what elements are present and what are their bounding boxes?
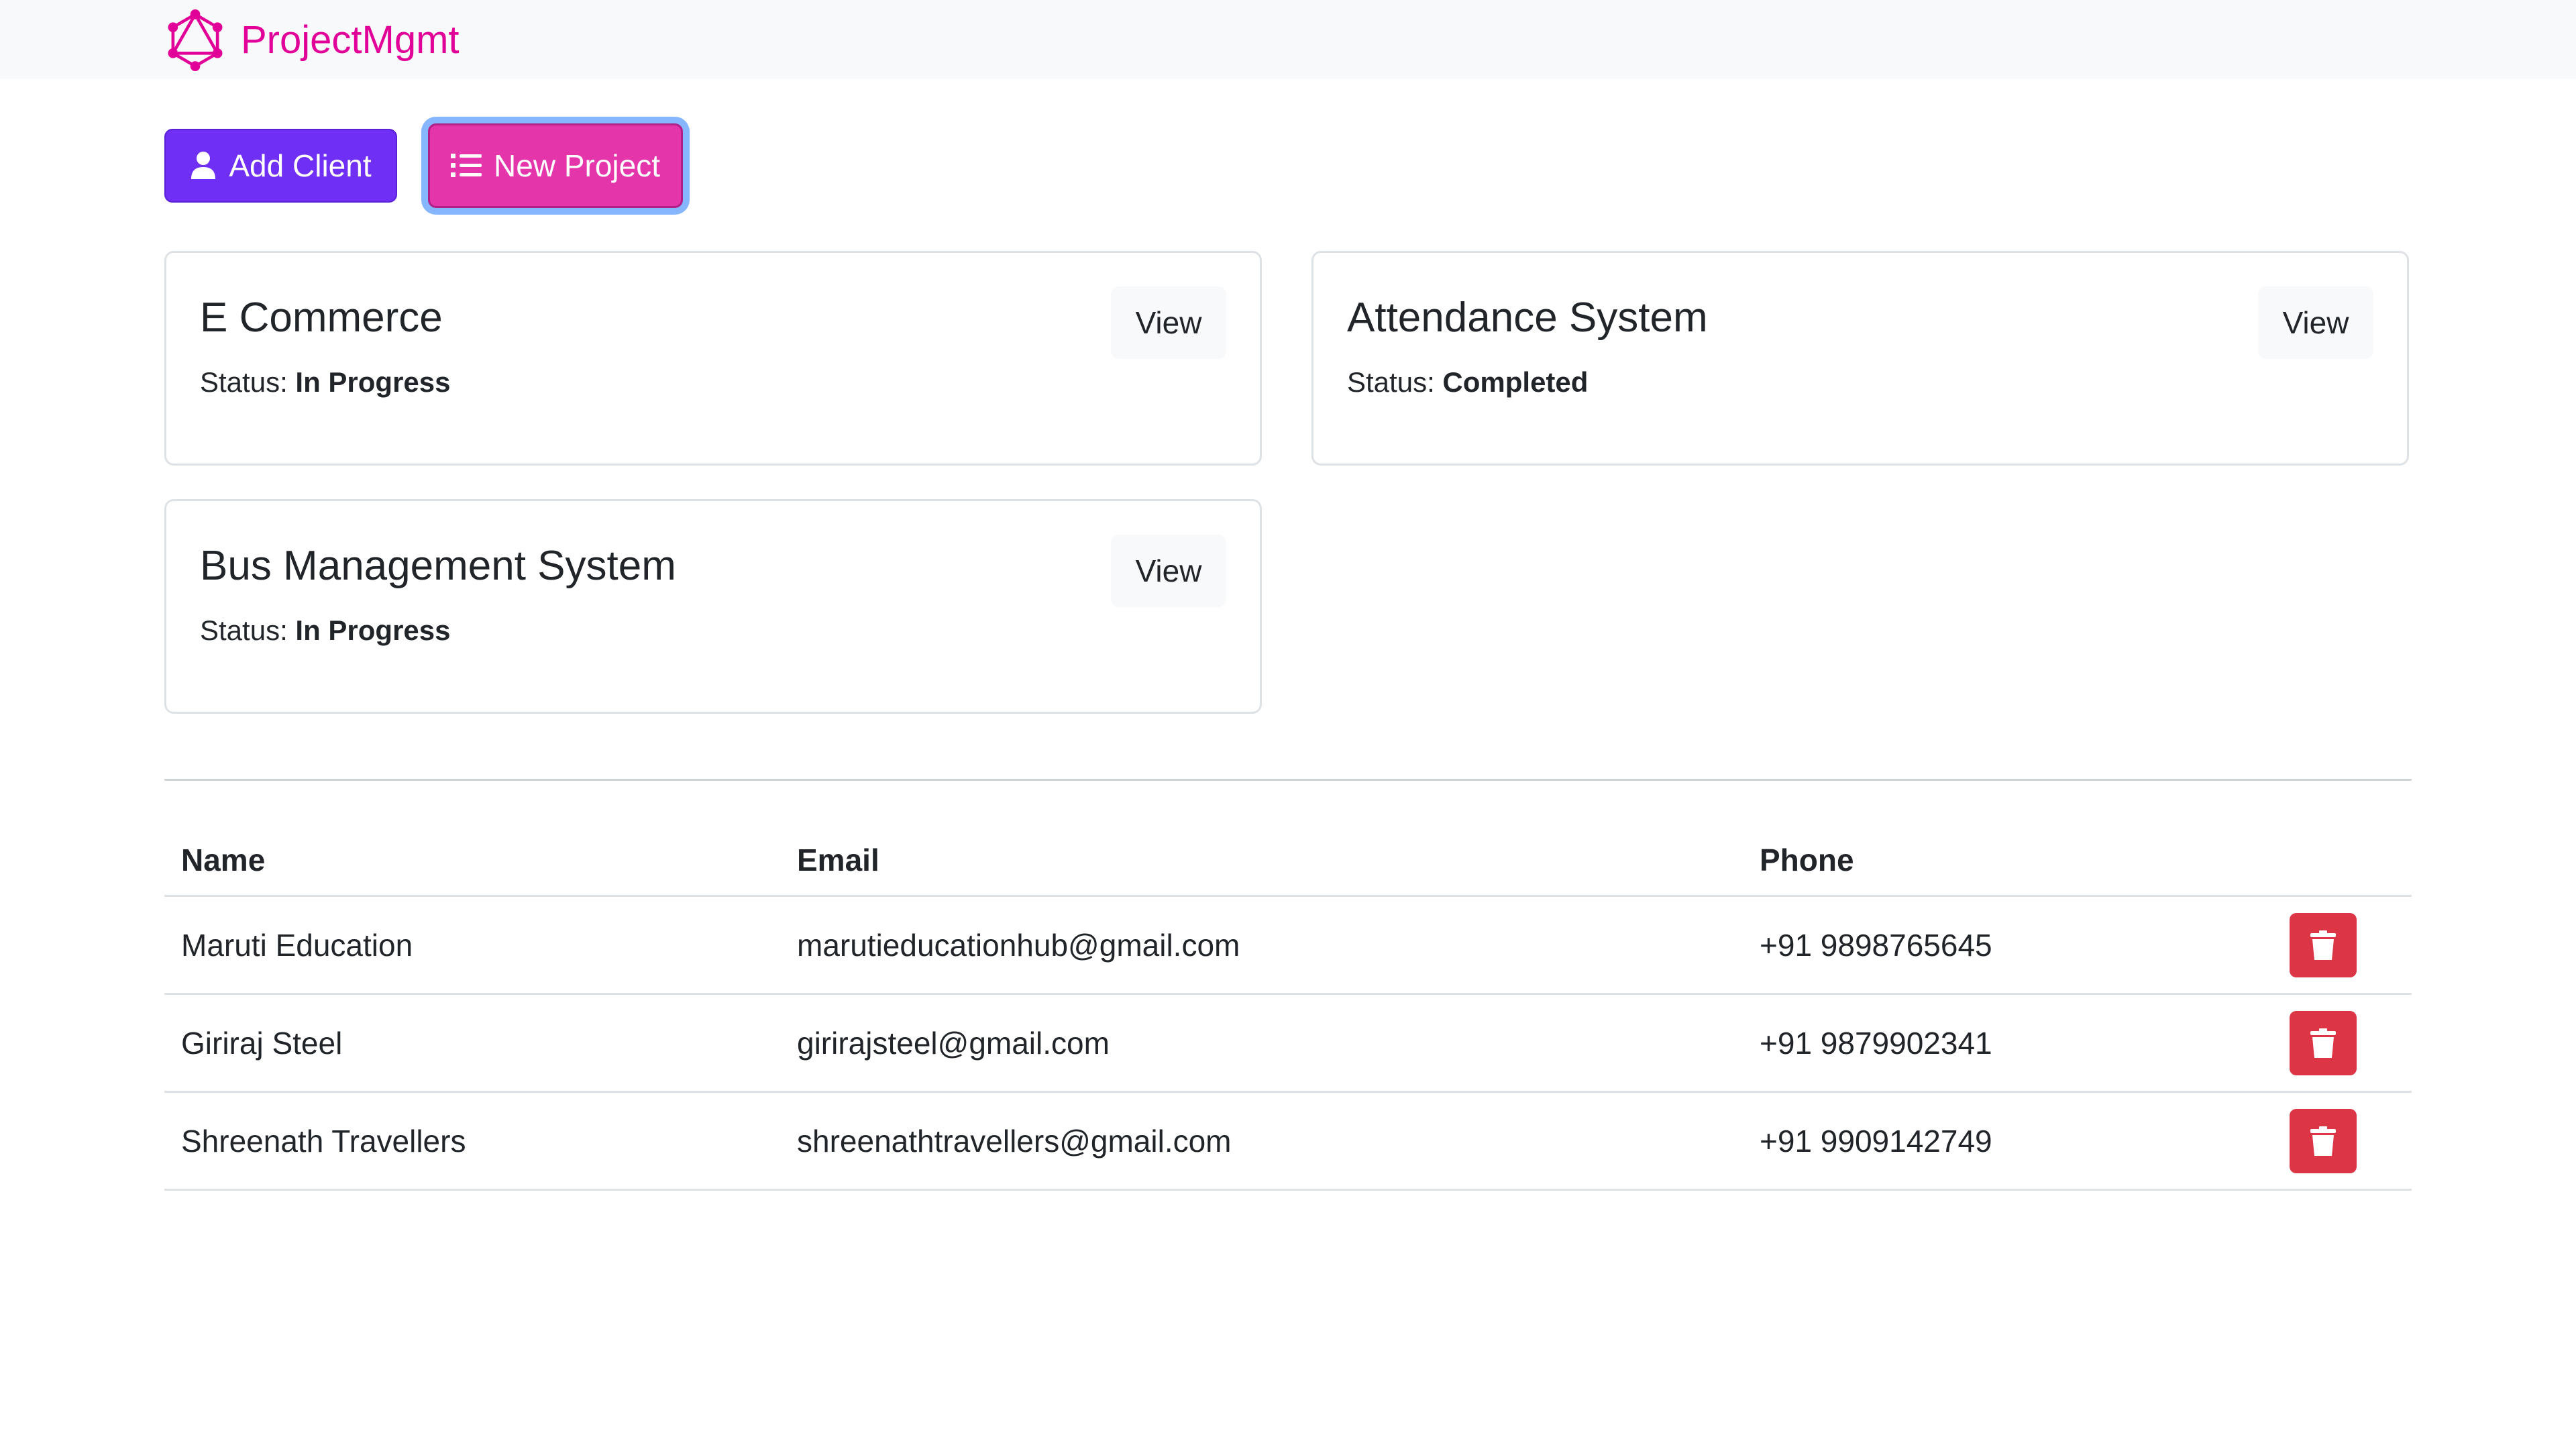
client-email: girirajsteel@gmail.com xyxy=(780,994,1743,1093)
client-phone: +91 9898765645 xyxy=(1743,896,2273,995)
project-title: E Commerce xyxy=(200,294,443,341)
table-row: Maruti Education marutieducationhub@gmai… xyxy=(164,896,2412,995)
project-status: Status: In Progress xyxy=(200,366,451,399)
delete-client-button[interactable] xyxy=(2290,912,2357,977)
trash-icon xyxy=(2310,1028,2336,1058)
status-label: Status: xyxy=(200,614,288,646)
column-header-email: Email xyxy=(780,825,1743,897)
graphql-logo-icon xyxy=(168,9,223,71)
status-value: In Progress xyxy=(295,614,451,646)
status-label: Status: xyxy=(1347,366,1435,398)
brand-name: ProjectMgmt xyxy=(241,18,460,62)
view-project-button[interactable]: View xyxy=(1111,535,1226,607)
brand-link[interactable]: ProjectMgmt xyxy=(164,9,460,71)
column-header-actions xyxy=(2273,825,2412,897)
client-email: shreenathtravellers@gmail.com xyxy=(780,1091,1743,1191)
column-header-name: Name xyxy=(164,825,780,897)
view-project-button[interactable]: View xyxy=(2258,286,2373,359)
new-project-button[interactable]: New Project xyxy=(428,123,683,208)
client-phone: +91 9879902341 xyxy=(1743,994,2273,1093)
list-icon xyxy=(451,154,482,177)
new-project-label: New Project xyxy=(494,148,660,183)
client-phone: +91 9909142749 xyxy=(1743,1091,2273,1191)
column-header-phone: Phone xyxy=(1743,825,2273,897)
client-name: Giriraj Steel xyxy=(164,994,780,1093)
delete-client-button[interactable] xyxy=(2290,1108,2357,1173)
trash-icon xyxy=(2310,930,2336,960)
delete-client-button[interactable] xyxy=(2290,1010,2357,1075)
view-project-button[interactable]: View xyxy=(1111,286,1226,359)
client-actions xyxy=(2273,1091,2412,1191)
navbar: ProjectMgmt xyxy=(0,0,2576,79)
client-actions xyxy=(2273,896,2412,995)
project-status: Status: In Progress xyxy=(200,614,451,647)
table-header-row: Name Email Phone xyxy=(164,825,2412,897)
section-divider xyxy=(164,779,2412,781)
status-value: In Progress xyxy=(295,366,451,398)
project-title: Bus Management System xyxy=(200,543,676,589)
clients-table: Name Email Phone Maruti Education maruti… xyxy=(164,825,2412,1191)
trash-icon xyxy=(2310,1126,2336,1156)
client-email: marutieducationhub@gmail.com xyxy=(780,896,1743,995)
project-title: Attendance System xyxy=(1347,294,1708,341)
project-status: Status: Completed xyxy=(1347,366,1588,399)
project-card: E Commerce Status: In Progress View xyxy=(164,251,1262,466)
client-name: Maruti Education xyxy=(164,896,780,995)
user-icon xyxy=(191,152,216,179)
status-value: Completed xyxy=(1442,366,1589,398)
project-card: Attendance System Status: Completed View xyxy=(1311,251,2409,466)
add-client-label: Add Client xyxy=(229,148,372,183)
client-name: Shreenath Travellers xyxy=(164,1091,780,1191)
table-row: Giriraj Steel girirajsteel@gmail.com +91… xyxy=(164,994,2412,1093)
table-row: Shreenath Travellers shreenathtravellers… xyxy=(164,1091,2412,1191)
project-card: Bus Management System Status: In Progres… xyxy=(164,499,1262,714)
client-actions xyxy=(2273,994,2412,1093)
add-client-button[interactable]: Add Client xyxy=(164,129,397,203)
status-label: Status: xyxy=(200,366,288,398)
